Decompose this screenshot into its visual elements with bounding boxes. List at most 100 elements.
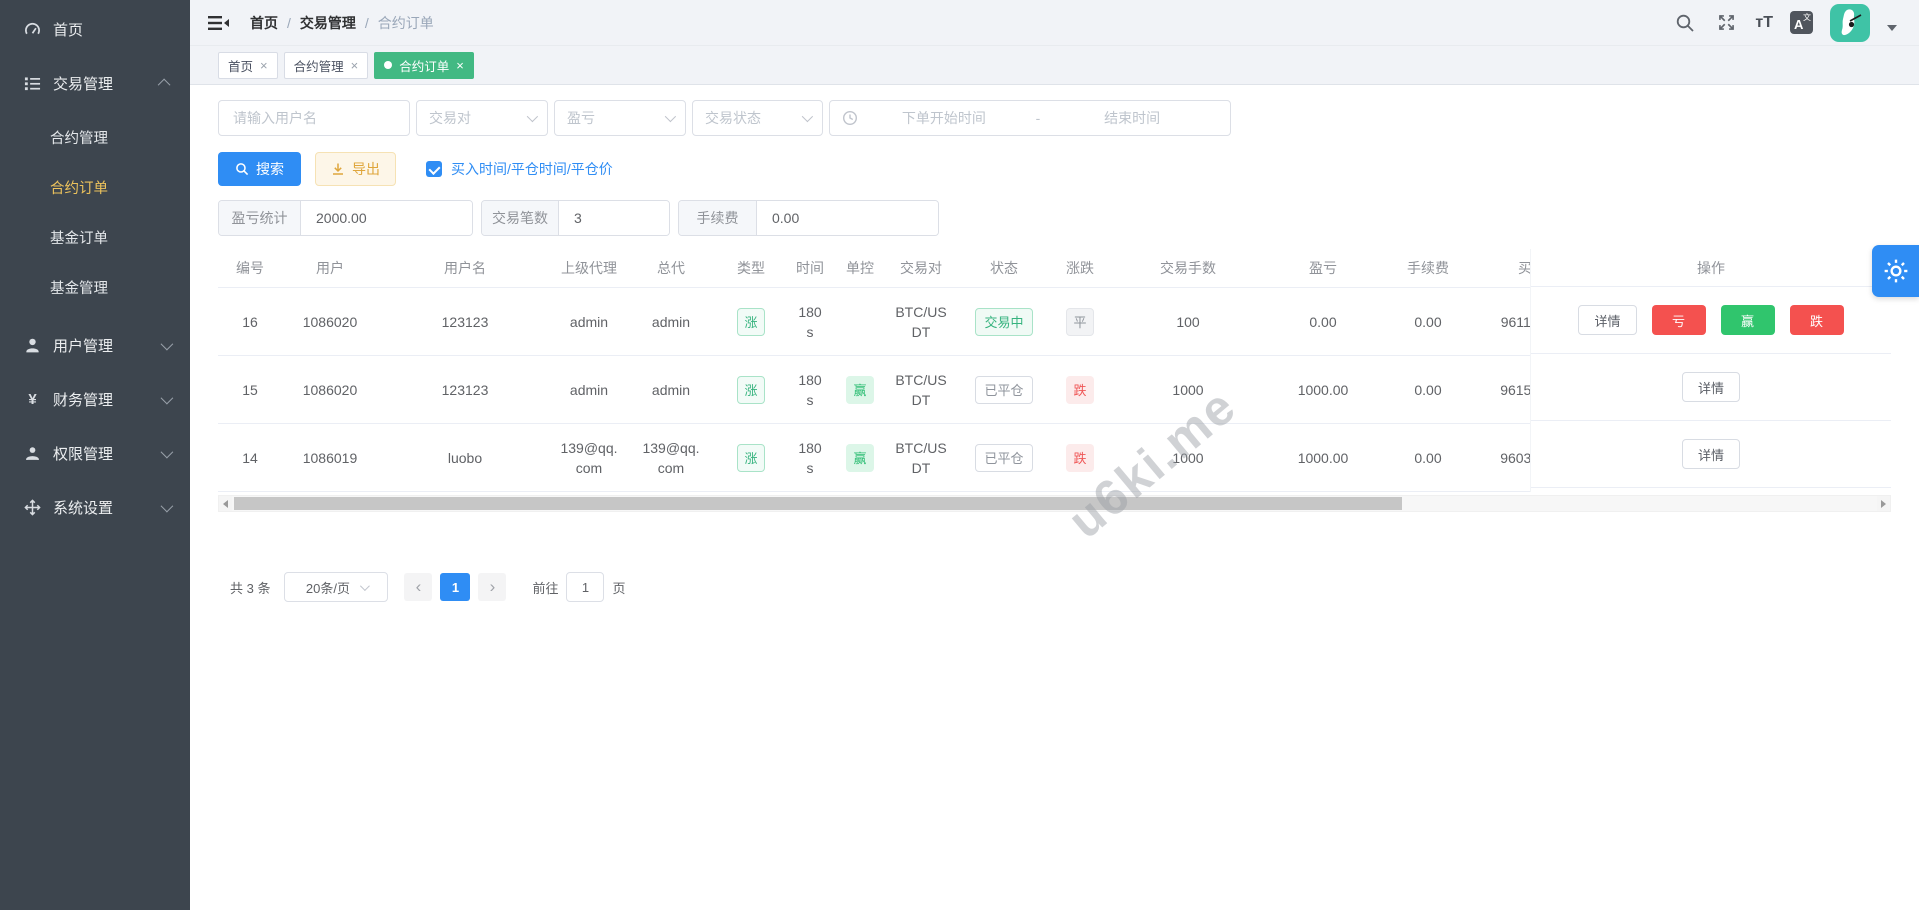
current-page-button[interactable]: 1: [440, 573, 470, 601]
chevron-down-icon: [802, 111, 813, 122]
checkbox-checked-icon[interactable]: [426, 161, 442, 177]
date-range-picker[interactable]: 下单开始时间 - 结束时间: [829, 100, 1231, 136]
status-tag: 已平仓: [975, 376, 1032, 404]
type-tag: 涨: [737, 308, 765, 336]
table-area: 编号 用户 用户名 上级代理 总代 类型 时间 单控 交易对 状态 涨跌: [218, 249, 1891, 492]
page-unit: 页: [612, 578, 625, 597]
scroll-left-arrow[interactable]: [219, 496, 232, 511]
goto-label: 前往: [532, 578, 558, 597]
scroll-right-arrow[interactable]: [1877, 496, 1890, 511]
dropdown-caret-icon[interactable]: [1887, 25, 1897, 31]
breadcrumb: 首页 / 交易管理 / 合约订单: [250, 13, 434, 33]
control-tag: 赢: [846, 376, 874, 404]
search-button[interactable]: 搜索: [218, 152, 301, 186]
detail-button[interactable]: 详情: [1682, 439, 1740, 469]
scrollbar-track[interactable]: [232, 496, 1877, 511]
sidebar-item-trade-management[interactable]: 交易管理: [0, 56, 190, 110]
settings-drawer-button[interactable]: [1872, 245, 1919, 297]
clock-icon: [842, 110, 858, 126]
total-count: 共 3 条: [230, 578, 270, 597]
yen-icon: ¥: [24, 391, 41, 408]
time-columns-checkbox[interactable]: 买入时间/平仓时间/平仓价: [426, 159, 613, 179]
breadcrumb-trade-management[interactable]: 交易管理: [300, 13, 356, 33]
orders-table: 编号 用户 用户名 上级代理 总代 类型 时间 单控 交易对 状态 涨跌: [218, 249, 1891, 512]
tags-view: 首页 × 合约管理 × 合约订单 ×: [190, 46, 1919, 85]
fullscreen-icon[interactable]: [1714, 11, 1738, 35]
table-row: 15 1086020 123123 admin admin 涨 180 s 赢 …: [218, 356, 1530, 424]
force-loss-button[interactable]: 亏: [1652, 305, 1706, 335]
trade-list-icon: [24, 75, 41, 92]
stat-fee: 手续费 0.00: [678, 200, 939, 236]
pair-select[interactable]: 交易对: [416, 100, 548, 136]
updown-tag: 平: [1066, 308, 1094, 336]
translate-icon[interactable]: A 文: [1790, 11, 1813, 34]
font-size-icon[interactable]: тT: [1755, 14, 1773, 32]
updown-tag: 跌: [1066, 444, 1094, 472]
sidebar-item-label: 权限管理: [53, 443, 161, 464]
stats-row: 盈亏统计 2000.00 交易笔数 3 手续费 0.00: [218, 200, 1891, 236]
page-size-select[interactable]: 20条/页: [284, 572, 388, 602]
goto-page-input[interactable]: [566, 572, 604, 602]
close-icon[interactable]: ×: [351, 59, 359, 72]
sidebar-item-contract-management[interactable]: 合约管理: [0, 112, 190, 162]
stat-pnl-total: 盈亏统计 2000.00: [218, 200, 473, 236]
sidebar-item-home[interactable]: 首页: [0, 2, 190, 56]
status-tag: 交易中: [975, 308, 1032, 336]
filter-row: 交易对 盈亏 交易状态 下单开始时间 - 结束时间: [218, 100, 1891, 136]
horizontal-scrollbar[interactable]: [218, 495, 1891, 512]
move-icon: [24, 499, 41, 516]
close-icon[interactable]: ×: [260, 59, 268, 72]
sidebar-item-system-settings[interactable]: 系统设置: [0, 480, 190, 534]
dashboard-icon: [24, 21, 41, 38]
status-select[interactable]: 交易状态: [692, 100, 823, 136]
pnl-select[interactable]: 盈亏: [554, 100, 686, 136]
sidebar-item-contract-orders[interactable]: 合约订单: [0, 162, 190, 212]
user-icon: [24, 337, 41, 354]
breadcrumb-separator: /: [287, 15, 291, 31]
sidebar-item-user-management[interactable]: 用户管理: [0, 318, 190, 372]
chevron-down-icon: [360, 581, 370, 591]
scrollbar-thumb[interactable]: [234, 497, 1402, 510]
force-win-button[interactable]: 赢: [1721, 305, 1775, 335]
action-row: 搜索 导出 买入时间/平仓时间/平仓价: [218, 152, 1891, 186]
prev-page-button[interactable]: ‹: [404, 573, 432, 601]
stat-trade-count: 交易笔数 3: [481, 200, 670, 236]
sidebar-item-finance-management[interactable]: ¥ 财务管理: [0, 372, 190, 426]
avatar[interactable]: [1830, 4, 1870, 42]
chevron-down-icon: [161, 391, 174, 404]
sidebar-item-label: 财务管理: [53, 389, 161, 410]
tab-contract-management[interactable]: 合约管理 ×: [284, 52, 369, 79]
export-button[interactable]: 导出: [315, 152, 396, 186]
force-fall-button[interactable]: 跌: [1790, 305, 1844, 335]
username-input[interactable]: [233, 110, 395, 126]
tab-home[interactable]: 首页 ×: [218, 52, 278, 79]
pagination: 共 3 条 20条/页 ‹ 1 › 前往 页: [218, 572, 1891, 602]
navbar-actions: тT A 文: [1673, 4, 1897, 42]
breadcrumb-home[interactable]: 首页: [250, 13, 278, 33]
close-icon[interactable]: ×: [456, 59, 464, 72]
chevron-down-icon: [665, 111, 676, 122]
search-icon[interactable]: [1673, 11, 1697, 35]
sidebar-item-label: 首页: [53, 19, 170, 40]
sidebar: 首页 交易管理 合约管理 合约订单 基金订单 基金管理: [0, 0, 190, 910]
table-row: 14 1086019 luobo 139@qq.com 139@qq.com 涨…: [218, 424, 1530, 492]
row-actions: 详情: [1531, 354, 1891, 421]
sidebar-item-permission-management[interactable]: 权限管理: [0, 426, 190, 480]
row-actions: 详情 亏 赢 跌: [1531, 287, 1891, 354]
detail-button[interactable]: 详情: [1682, 372, 1740, 402]
table-row: 16 1086020 123123 admin admin 涨 180 s BT…: [218, 288, 1530, 356]
breadcrumb-separator: /: [365, 15, 369, 31]
sidebar-item-label: 系统设置: [53, 497, 161, 518]
person-icon: [24, 445, 41, 462]
type-tag: 涨: [737, 376, 765, 404]
chevron-down-icon: [161, 499, 174, 512]
row-actions: 详情: [1531, 421, 1891, 488]
detail-button[interactable]: 详情: [1578, 305, 1636, 335]
sidebar-item-fund-orders[interactable]: 基金订单: [0, 212, 190, 262]
hamburger-icon[interactable]: [208, 14, 230, 32]
sidebar-item-fund-management[interactable]: 基金管理: [0, 262, 190, 312]
page-content: 交易对 盈亏 交易状态 下单开始时间 - 结束时间: [190, 85, 1919, 910]
tab-contract-orders[interactable]: 合约订单 ×: [374, 52, 474, 79]
table-scroll-region: 编号 用户 用户名 上级代理 总代 类型 时间 单控 交易对 状态 涨跌: [218, 249, 1530, 492]
next-page-button[interactable]: ›: [478, 573, 506, 601]
